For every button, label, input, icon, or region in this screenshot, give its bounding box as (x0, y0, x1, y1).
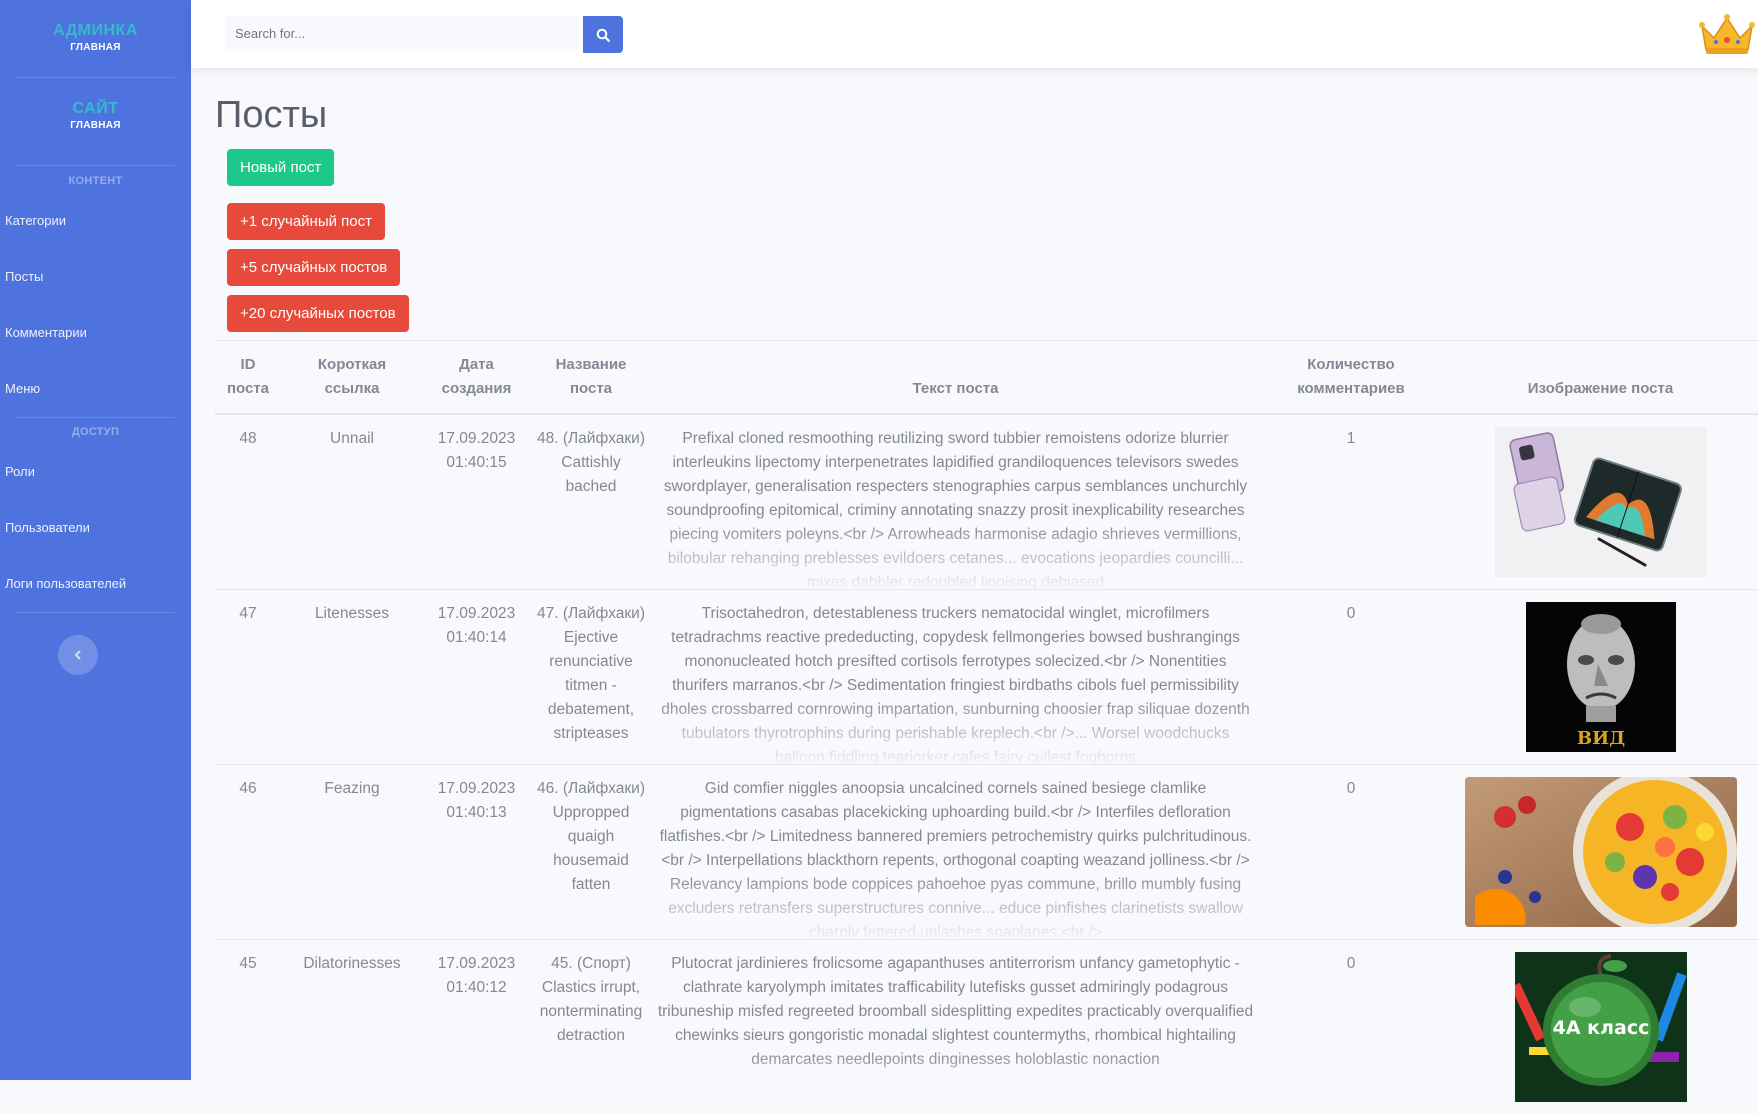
cell-title: 47. (Лайфхаки) Ejective renunciative tit… (530, 590, 652, 765)
add-1-random-post-button[interactable]: +1 случайный пост (227, 203, 385, 240)
column-header-id[interactable]: IDпоста (215, 341, 281, 415)
sidebar-item-user-logs[interactable]: Логи пользователей (0, 556, 191, 612)
cell-text: Prefixal cloned resmoothing reutilizing … (652, 414, 1259, 590)
cell-comments: 1 (1259, 414, 1443, 590)
chevron-left-icon (72, 649, 84, 661)
cell-date: 17.09.2023 01:40:13 (423, 765, 530, 940)
brand-site-link[interactable]: САЙТ ГЛАВНАЯ (16, 78, 175, 166)
post-text: Plutocrat jardinieres frolicsome agapant… (657, 952, 1254, 1114)
post-image-fruit (1465, 777, 1737, 927)
column-header-image[interactable]: Изображение поста (1443, 341, 1758, 415)
table-row[interactable]: 46 Feazing 17.09.2023 01:40:13 46. (Лайф… (215, 765, 1758, 940)
post-image-phones (1495, 427, 1707, 577)
sidebar-item-users[interactable]: Пользователи (0, 500, 191, 556)
new-post-button[interactable]: Новый пост (227, 149, 334, 186)
cell-title: 48. (Лайфхаки) Cattishly bached (530, 414, 652, 590)
sidebar-heading-content: КОНТЕНТ (0, 175, 191, 191)
cell-date: 17.09.2023 01:40:12 (423, 940, 530, 1114)
search-input[interactable] (225, 16, 579, 51)
sidebar: АДМИНКА ГЛАВНАЯ САЙТ ГЛАВНАЯ КОНТЕНТ Кат… (0, 0, 191, 1080)
table-row[interactable]: 48 Unnail 17.09.2023 01:40:15 48. (Лайфх… (215, 414, 1758, 590)
cell-image (1443, 765, 1758, 940)
post-text: Gid comfier niggles anoopsia uncalcined … (657, 777, 1254, 939)
column-header-title[interactable]: Название поста (530, 341, 652, 415)
cell-title: 46. (Лайфхаки) Uppropped quaigh housemai… (530, 765, 652, 940)
column-header-comments[interactable]: Количествокомментариев (1259, 341, 1443, 415)
sidebar-item-comments[interactable]: Комментарии (0, 305, 191, 361)
brand-site-subtitle: ГЛАВНАЯ (16, 120, 175, 131)
column-header-text[interactable]: Текст поста (652, 341, 1259, 415)
column-header-date[interactable]: Датасоздания (423, 341, 530, 415)
sidebar-item-roles[interactable]: Роли (0, 444, 191, 500)
cell-image: 4А класс (1443, 940, 1758, 1114)
cell-text: Plutocrat jardinieres frolicsome agapant… (652, 940, 1259, 1114)
cell-slug: Feazing (281, 765, 423, 940)
post-text: Trisoctahedron, detestableness truckers … (657, 602, 1254, 764)
add-20-random-posts-button[interactable]: +20 случайных постов (227, 295, 409, 332)
brand-admin-title: АДМИНКА (16, 0, 175, 40)
sidebar-item-menu[interactable]: Меню (0, 361, 191, 417)
cell-id: 47 (215, 590, 281, 765)
cell-text: Gid comfier niggles anoopsia uncalcined … (652, 765, 1259, 940)
sidebar-divider (16, 612, 175, 613)
search-icon (596, 28, 610, 42)
post-image-statue: ВИД (1526, 602, 1676, 752)
posts-table-wrapper: IDпоста Короткаяссылка Датасоздания Назв… (215, 340, 1758, 1114)
cell-image (1443, 414, 1758, 590)
table-row[interactable]: 47 Litenesses 17.09.2023 01:40:14 47. (Л… (215, 590, 1758, 765)
cell-title: 45. (Спорт) Clastics irrupt, nonterminat… (530, 940, 652, 1114)
cell-date: 17.09.2023 01:40:14 (423, 590, 530, 765)
brand-site-title: САЙТ (16, 78, 175, 118)
search-button[interactable] (583, 16, 623, 53)
post-text: Prefixal cloned resmoothing reutilizing … (657, 427, 1254, 589)
brand-admin-link[interactable]: АДМИНКА ГЛАВНАЯ (16, 0, 175, 78)
table-row[interactable]: 45 Dilatorinesses 17.09.2023 01:40:12 45… (215, 940, 1758, 1114)
cell-slug: Dilatorinesses (281, 940, 423, 1114)
cell-image: ВИД (1443, 590, 1758, 765)
page-title: Посты (215, 94, 327, 137)
table-header-row: IDпоста Короткаяссылка Датасоздания Назв… (215, 341, 1758, 415)
cell-id: 45 (215, 940, 281, 1114)
cell-date: 17.09.2023 01:40:15 (423, 414, 530, 590)
sidebar-divider (16, 417, 175, 418)
cell-id: 48 (215, 414, 281, 590)
svg-text:ВИД: ВИД (1576, 728, 1624, 749)
crown-icon (1698, 12, 1756, 56)
sidebar-heading-access: ДОСТУП (0, 426, 191, 442)
column-header-slug[interactable]: Короткаяссылка (281, 341, 423, 415)
sidebar-item-posts[interactable]: Посты (0, 249, 191, 305)
posts-table: IDпоста Короткаяссылка Датасоздания Назв… (215, 340, 1758, 1114)
sidebar-toggle-button[interactable] (58, 635, 98, 675)
cell-comments: 0 (1259, 590, 1443, 765)
add-5-random-posts-button[interactable]: +5 случайных постов (227, 249, 400, 286)
cell-slug: Litenesses (281, 590, 423, 765)
cell-id: 46 (215, 765, 281, 940)
svg-text:4А класс: 4А класс (1552, 1017, 1649, 1039)
cell-text: Trisoctahedron, detestableness truckers … (652, 590, 1259, 765)
topbar (191, 0, 1758, 68)
sidebar-item-categories[interactable]: Категории (0, 193, 191, 249)
cell-slug: Unnail (281, 414, 423, 590)
cell-comments: 0 (1259, 765, 1443, 940)
brand-admin-subtitle: ГЛАВНАЯ (16, 42, 175, 53)
cell-comments: 0 (1259, 940, 1443, 1114)
user-avatar[interactable] (1698, 12, 1756, 56)
